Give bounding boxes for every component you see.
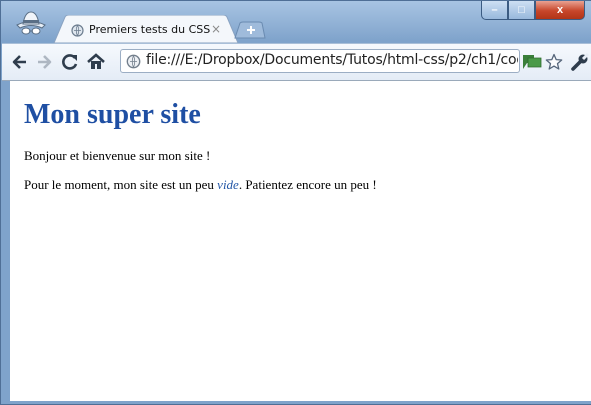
back-icon[interactable]	[10, 52, 30, 72]
close-icon: x	[556, 4, 564, 16]
minimize-button[interactable]: –	[481, 1, 508, 20]
flag-icon[interactable]	[522, 54, 542, 70]
maximize-button[interactable]: □	[508, 1, 535, 20]
globe-icon	[71, 24, 84, 37]
emphasis-text: vide	[217, 177, 239, 192]
page-icon[interactable]	[126, 54, 141, 69]
wrench-icon[interactable]	[570, 52, 590, 72]
minimize-icon: –	[491, 4, 498, 16]
incognito-icon	[16, 11, 46, 35]
status-paragraph: Pour le moment, mon site est un peu vide…	[24, 177, 584, 193]
maximize-icon: □	[518, 4, 525, 16]
close-window-button[interactable]: x	[535, 1, 585, 20]
address-bar[interactable]: file:///E:/Dropbox/Documents/Tutos/html-…	[120, 49, 520, 73]
url-text: file:///E:/Dropbox/Documents/Tutos/html-…	[146, 52, 518, 68]
status-text-before: Pour le moment, mon site est un peu	[24, 177, 218, 192]
status-text-after: . Patientez encore un peu !	[238, 177, 377, 192]
tab-close-button[interactable]: ×	[211, 22, 221, 36]
tab-title: Premiers tests du CSS	[89, 23, 211, 36]
new-tab-button[interactable]	[233, 21, 267, 39]
forward-icon[interactable]	[34, 52, 54, 72]
reload-icon[interactable]	[60, 52, 80, 72]
welcome-paragraph: Bonjour et bienvenue sur mon site !	[24, 148, 211, 163]
tab-active[interactable]: Premiers tests du CSS ×	[53, 15, 239, 43]
page-content: Mon super site Bonjour et bienvenue sur …	[24, 81, 584, 193]
page-viewport: Mon super site Bonjour et bienvenue sur …	[10, 81, 591, 401]
page-title: Mon super site	[24, 99, 201, 130]
window-controls: – □ x	[481, 1, 585, 23]
browser-toolbar: file:///E:/Dropbox/Documents/Tutos/html-…	[2, 43, 591, 81]
browser-window: Premiers tests du CSS × – □ x file:///E:…	[0, 0, 591, 405]
star-icon[interactable]	[545, 53, 563, 71]
home-icon[interactable]	[86, 52, 106, 72]
